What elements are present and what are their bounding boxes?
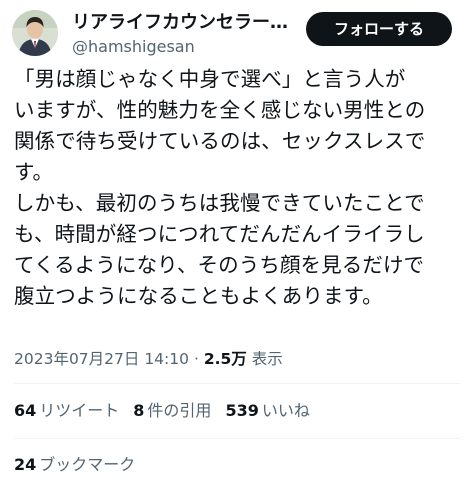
display-name[interactable]: リアライフカウンセラー…: [72, 12, 308, 34]
divider: [14, 383, 460, 384]
author-block[interactable]: リアライフカウンセラー… @hamshigesan: [72, 12, 312, 58]
tweet-text-line: す。: [14, 160, 54, 184]
likes-stat[interactable]: 539 いいね: [225, 401, 323, 420]
retweets-label: リツイート: [39, 401, 120, 420]
tweet-text-line: 関係で待ち受けているのは、セックスレスで: [14, 129, 426, 153]
avatar[interactable]: [12, 10, 58, 56]
tweet-text-line: 腹立つようになることもよくあります。: [14, 284, 383, 308]
tweet-meta: 2023年07月27日 14:10 · 2.5万 表示: [14, 346, 460, 372]
user-handle[interactable]: @hamshigesan: [72, 36, 312, 58]
likes-count: 539: [225, 401, 259, 420]
tweet-text-line: 「男は顔じゃなく中身で選べ」と言う人が: [14, 67, 406, 91]
views-label: 表示: [251, 350, 283, 368]
quotes-label: 件の引用: [147, 401, 212, 420]
tweet-text-line: いますが、性的魅力を全く感じない男性との: [14, 98, 426, 122]
avatar-image: [12, 10, 58, 56]
bookmarks-count: 24: [14, 455, 37, 474]
follow-button[interactable]: フォローする: [306, 12, 452, 46]
tweet-text-line: てくるようになり、そのうち顔を見るだけで: [14, 253, 425, 277]
quotes-stat[interactable]: 8 件の引用: [133, 401, 225, 420]
divider: [14, 438, 460, 439]
tweet-text: 「男は顔じゃなく中身で選べ」と言う人が いますが、性的魅力を全く感じない男性との…: [14, 64, 464, 312]
tweet-text-line: も、時間が経つにつれてだんだんイライラし: [14, 222, 425, 246]
views-count: 2.5万: [203, 350, 247, 368]
bookmarks-label: ブックマーク: [39, 455, 136, 474]
engagement-stats: 64 リツイート 8 件の引用 539 いいね: [14, 398, 460, 424]
retweets-count: 64: [14, 401, 37, 420]
likes-label: いいね: [261, 401, 310, 420]
retweets-stat[interactable]: 64 リツイート: [14, 401, 133, 420]
tweet-header: リアライフカウンセラー… @hamshigesan フォローする: [12, 10, 462, 58]
quotes-count: 8: [133, 401, 145, 420]
meta-separator: ·: [193, 350, 199, 368]
tweet: リアライフカウンセラー… @hamshigesan フォローする 「男は顔じゃな…: [0, 0, 474, 486]
timestamp-link[interactable]: 2023年07月27日 14:10: [14, 350, 189, 368]
bookmarks-stat[interactable]: 24 ブックマーク: [14, 452, 460, 478]
tweet-text-line: しかも、最初のうちは我慢できていたことで: [14, 191, 425, 215]
